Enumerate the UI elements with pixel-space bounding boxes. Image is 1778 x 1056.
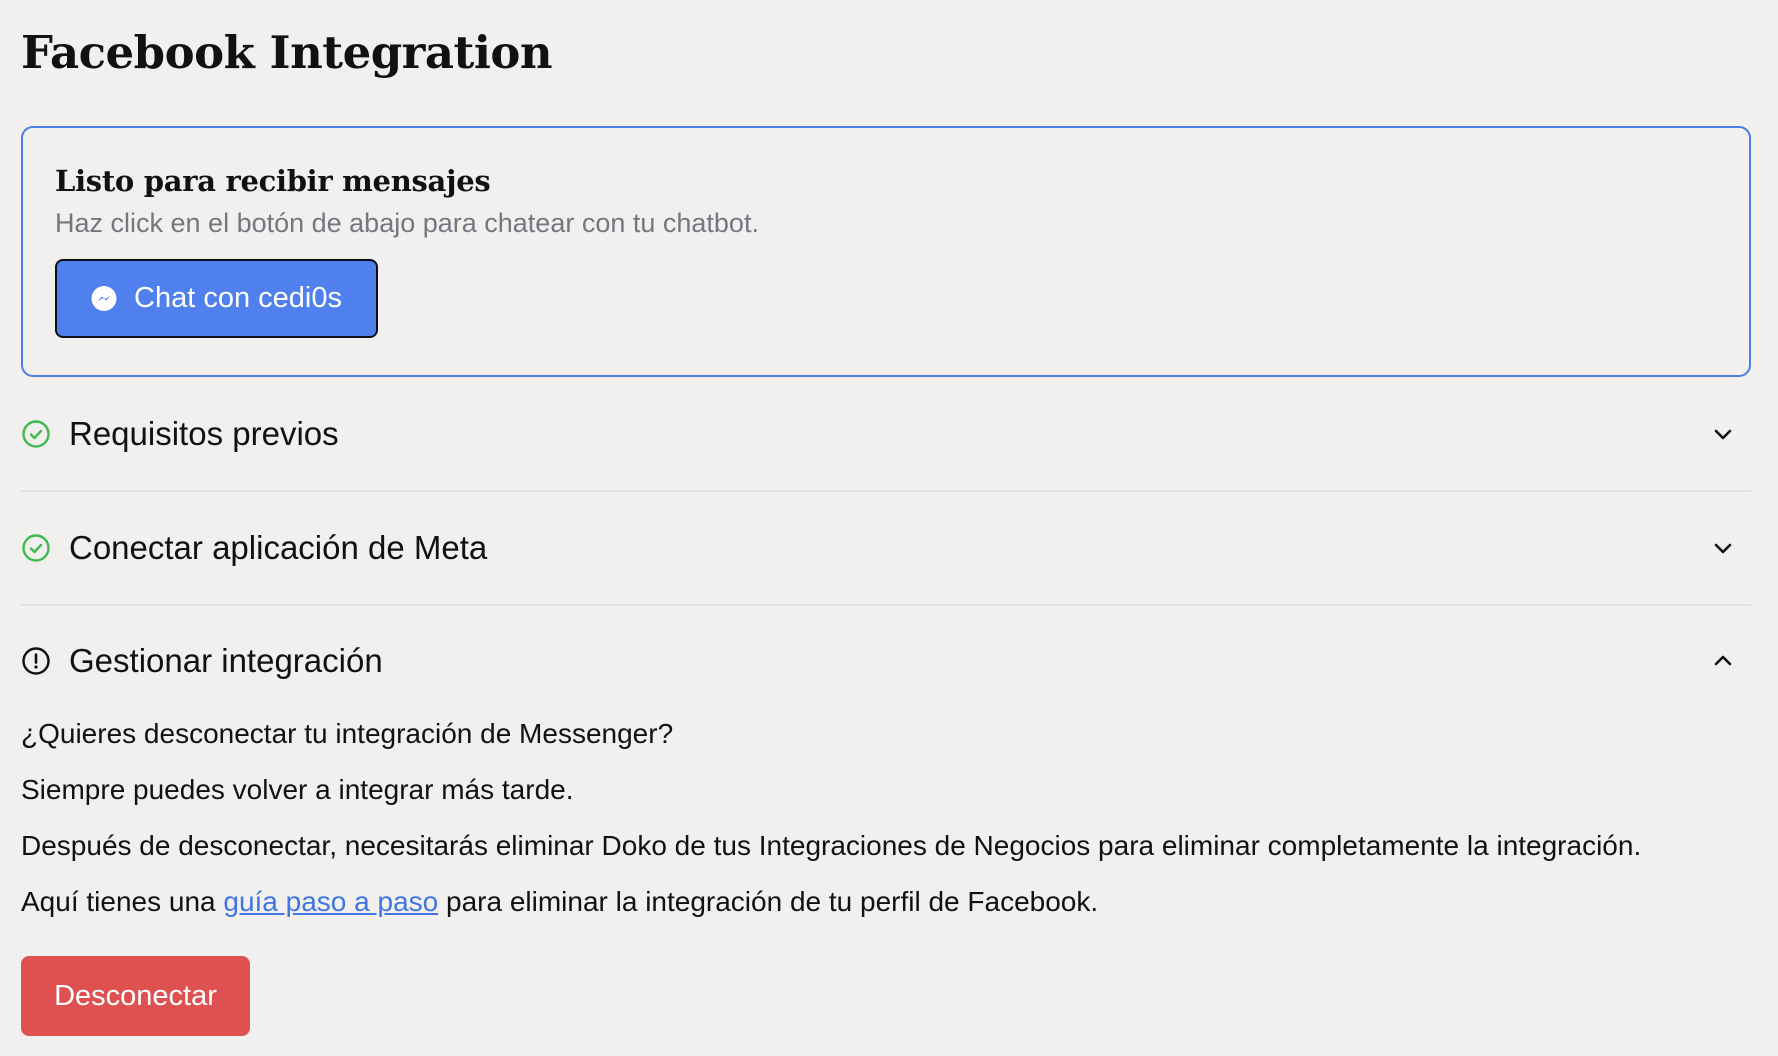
guide-prefix: Aquí tienes una (21, 886, 224, 917)
manage-integration-panel: ¿Quieres desconectar tu integración de M… (21, 715, 1751, 1036)
disconnect-instruction: Después de desconectar, necesitarás elim… (21, 830, 1642, 861)
alert-circle-icon (21, 646, 51, 676)
accordion-title: Conectar aplicación de Meta (69, 529, 488, 566)
reintegrate-note: Siempre puedes volver a integrar más tar… (21, 774, 574, 805)
disconnect-question: ¿Quieres desconectar tu integración de M… (21, 718, 674, 749)
accordion-item-requisitos[interactable]: Requisitos previos (21, 377, 1751, 492)
accordion-item-gestionar[interactable]: Gestionar integración (21, 606, 1751, 716)
disconnect-button[interactable]: Desconectar (21, 956, 250, 1036)
check-circle-icon (21, 419, 51, 449)
chevron-down-icon[interactable] (1711, 536, 1735, 560)
chat-button[interactable]: Chat con cedi0s (55, 259, 378, 338)
status-card-subtitle: Haz click en el botón de abajo para chat… (55, 208, 759, 238)
accordion-title: Gestionar integración (69, 642, 383, 679)
page-title: Facebook Integration (21, 26, 553, 79)
status-card: Listo para recibir mensajes Haz click en… (21, 126, 1751, 377)
chevron-up-icon[interactable] (1711, 649, 1735, 673)
chevron-down-icon[interactable] (1711, 422, 1735, 446)
accordion-title: Requisitos previos (69, 414, 339, 452)
facebook-integration-page: Facebook Integration Listo para recibir … (21, 0, 1751, 1036)
chat-button-label: Chat con cedi0s (134, 282, 342, 314)
check-circle-icon (21, 533, 51, 563)
status-card-title: Listo para recibir mensajes (55, 164, 491, 198)
guide-suffix: para eliminar la integración de tu perfi… (438, 886, 1099, 917)
accordion-item-conectar-meta[interactable]: Conectar aplicación de Meta (21, 492, 1751, 606)
guide-line: Aquí tienes una guía paso a paso para el… (21, 883, 1751, 921)
messenger-icon (90, 285, 118, 313)
step-by-step-guide-link[interactable]: guía paso a paso (223, 886, 438, 917)
